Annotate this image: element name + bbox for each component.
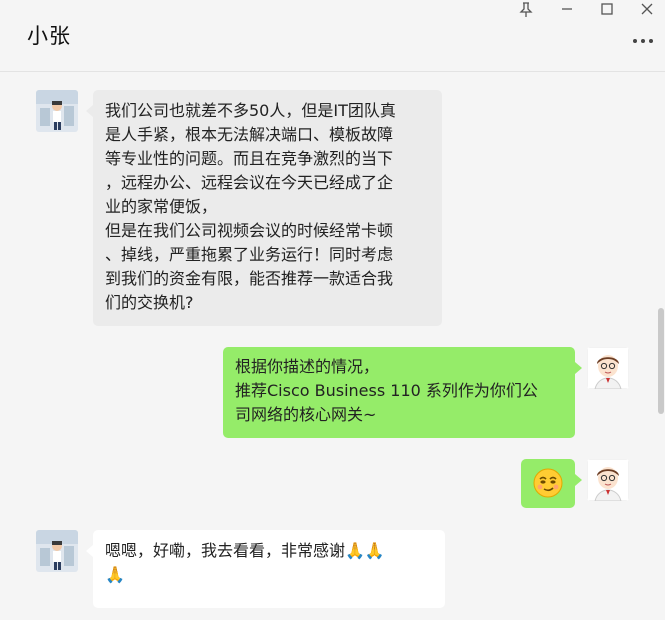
contact-avatar[interactable] [36,90,78,132]
message-list[interactable]: 我们公司也就差不多50人，但是IT团队真 是人手紧，根本无法解决端口、模板故障 … [0,73,665,620]
sent-emoji-bubble[interactable] [521,459,575,508]
pin-icon[interactable] [513,2,539,22]
more-dots-icon[interactable] [631,34,655,50]
chat-header: 小张 [0,0,665,72]
chat-scrollbar[interactable] [658,308,664,414]
contact-avatar[interactable] [36,530,78,572]
bubble-tail [86,545,93,557]
received-message-bubble[interactable]: 我们公司也就差不多50人，但是IT团队真 是人手紧，根本无法解决端口、模板故障 … [93,90,442,326]
minimize-icon[interactable] [554,2,580,22]
smirk-emoji-icon [533,468,563,498]
sent-message-bubble[interactable]: 根据你描述的情况， 推荐Cisco Business 110 系列作为你们公 司… [223,347,575,438]
bubble-tail [86,105,93,117]
chat-title: 小张 [27,24,71,48]
received-message-bubble[interactable]: 嗯嗯，好嘞，我去看看，非常感谢🙏🙏 🙏 [93,530,445,608]
maximize-icon[interactable] [594,2,620,22]
bubble-tail [575,474,582,486]
close-icon[interactable] [634,2,660,22]
my-avatar[interactable] [587,459,629,501]
my-avatar[interactable] [587,347,629,389]
bubble-tail [575,362,582,374]
